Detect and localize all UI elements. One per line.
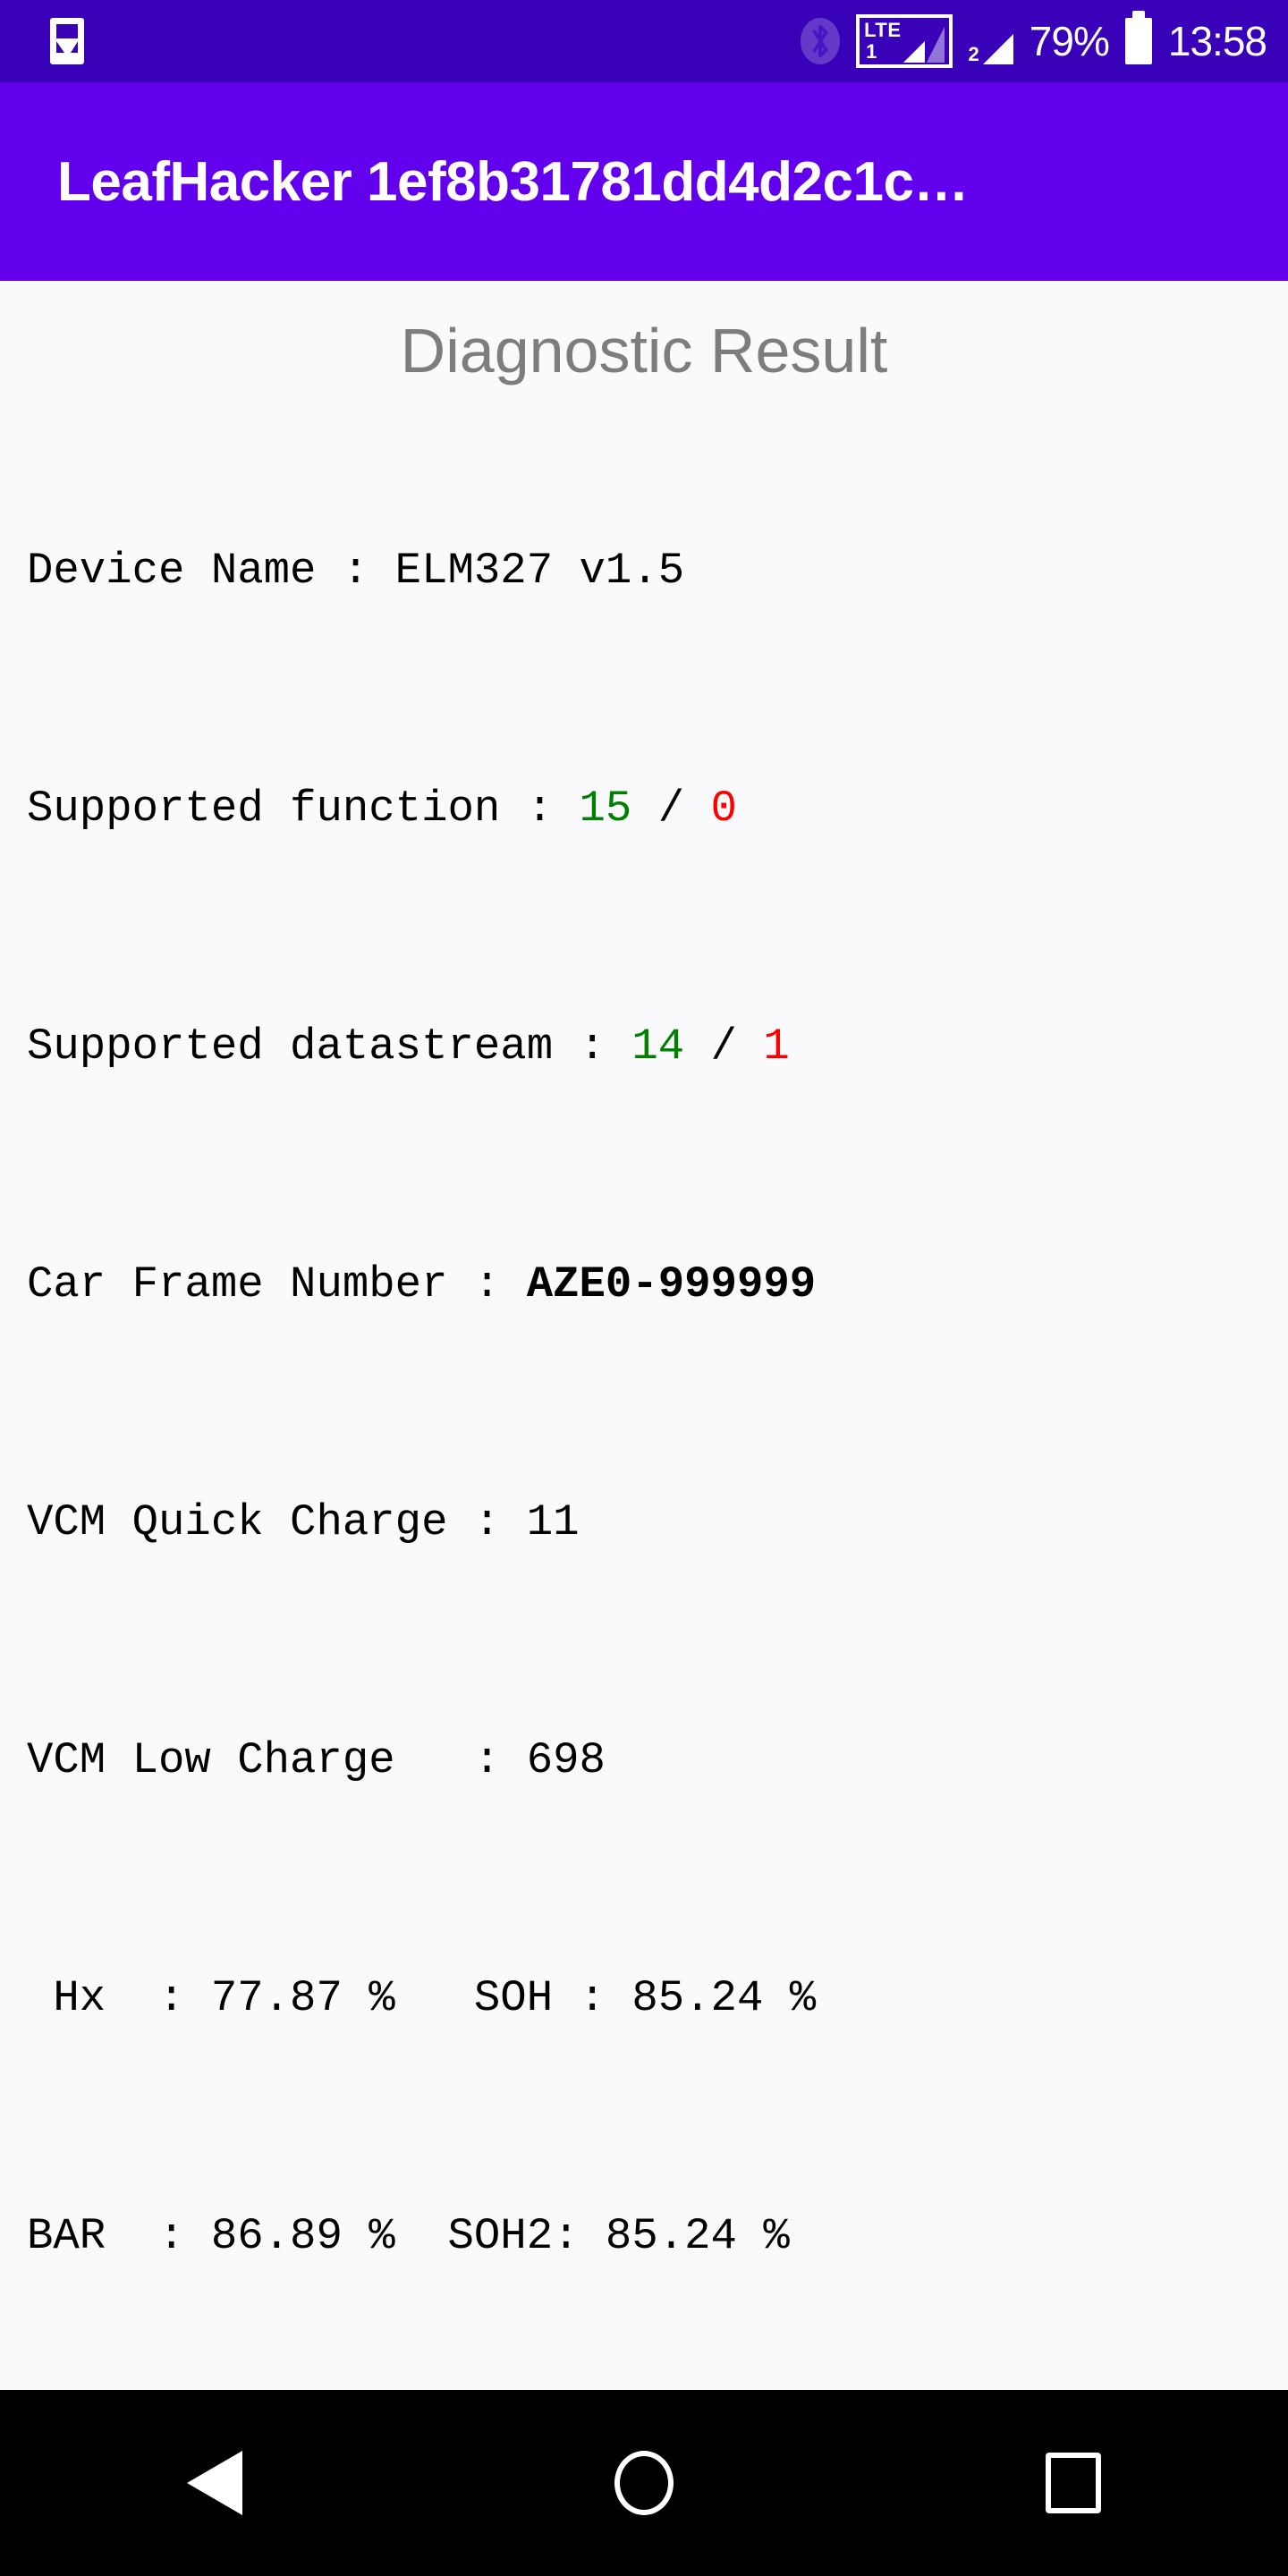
phone-screen: LTE 1 2 79% 13:58 LeafHacker 1ef8b31781d… — [0, 0, 1288, 2576]
value-bar-soh2: 86.89 % SOH2: 85.24 % — [210, 2211, 790, 2261]
value-hx-soh: 77.87 % SOH : 85.24 % — [210, 1973, 817, 2023]
status-bar-notifications — [50, 18, 84, 64]
value-vcm-low-charge: 698 — [526, 1735, 606, 1785]
status-bar-system-icons: LTE 1 2 79% 13:58 — [801, 11, 1267, 68]
sim1-label: 1 — [866, 40, 877, 63]
recents-square-icon — [1046, 2453, 1101, 2513]
label-vcm-quick-charge: VCM Quick Charge : — [27, 1497, 527, 1547]
sim1-signal-bars-icon — [902, 41, 925, 63]
label-bar: BAR : — [27, 2211, 211, 2261]
status-bar: LTE 1 2 79% 13:58 — [0, 0, 1288, 82]
value-vcm-quick-charge: 11 — [526, 1497, 580, 1547]
diagnostic-line-vcm-low-charge: VCM Low Charge : 698 — [27, 1731, 1288, 1791]
battery-icon — [1124, 11, 1152, 64]
label-supported-function: Supported function : — [27, 784, 580, 834]
app-bar-title: LeafHacker 1ef8b31781dd4d2c1c… — [57, 150, 969, 213]
value-supported-datastream-ok: 14 — [631, 1021, 685, 1072]
value-supported-datastream-sep: / — [684, 1021, 764, 1072]
diagnostic-line-supported-datastream: Supported datastream : 14 / 1 — [27, 1017, 1288, 1077]
main-content: Diagnostic Result Device Name : ELM327 v… — [0, 281, 1288, 2390]
value-supported-function-ng: 0 — [710, 784, 737, 834]
sim1-signal-bars-dim-icon — [926, 27, 945, 63]
status-bar-clock: 13:58 — [1167, 18, 1267, 64]
value-device-name: ELM327 v1.5 — [394, 546, 685, 596]
diagnostic-line-device-name: Device Name : ELM327 v1.5 — [27, 541, 1288, 601]
diagnostic-line-vcm-quick-charge: VCM Quick Charge : 11 — [27, 1493, 1288, 1553]
value-supported-datastream-ng: 1 — [763, 1021, 790, 1072]
back-triangle-icon — [187, 2451, 242, 2515]
label-device-name: Device Name : — [27, 546, 395, 596]
sim2-label: 2 — [968, 43, 979, 65]
app-bar: LeafHacker 1ef8b31781dd4d2c1c… — [0, 82, 1288, 281]
sim2-signal-bars-icon — [982, 34, 1013, 64]
sim1-lte-signal-icon: LTE 1 — [856, 14, 953, 68]
value-supported-function-sep: / — [631, 784, 711, 834]
diagnostic-line-bar-soh2: BAR : 86.89 % SOH2: 85.24 % — [27, 2207, 1288, 2267]
home-circle-icon — [614, 2451, 674, 2515]
nav-back-button[interactable] — [125, 2390, 304, 2576]
page-title: Diagnostic Result — [400, 316, 888, 386]
nav-home-button[interactable] — [555, 2390, 733, 2576]
value-supported-function-ok: 15 — [579, 784, 632, 834]
diagnostic-text-block: Device Name : ELM327 v1.5 Supported func… — [0, 422, 1288, 2390]
android-navigation-bar — [0, 2390, 1288, 2576]
battery-percent: 79% — [1029, 18, 1110, 64]
diagnostic-line-car-frame-number: Car Frame Number : AZE0-999999 — [27, 1255, 1288, 1315]
diagnostic-line-hx-soh: Hx : 77.87 % SOH : 85.24 % — [27, 1969, 1288, 2029]
label-supported-datastream: Supported datastream : — [27, 1021, 632, 1072]
diagnostic-line-supported-function: Supported function : 15 / 0 — [27, 779, 1288, 839]
bluetooth-icon — [801, 18, 841, 64]
value-car-frame-number: AZE0-999999 — [526, 1259, 817, 1309]
label-vcm-low-charge: VCM Low Charge : — [27, 1735, 527, 1785]
photo-icon — [50, 18, 84, 64]
label-car-frame-number: Car Frame Number : — [27, 1259, 527, 1309]
nav-recents-button[interactable] — [984, 2390, 1163, 2576]
sim2-signal-icon: 2 — [969, 14, 1013, 68]
lte-label: LTE — [864, 19, 902, 41]
label-hx: Hx : — [27, 1973, 211, 2023]
